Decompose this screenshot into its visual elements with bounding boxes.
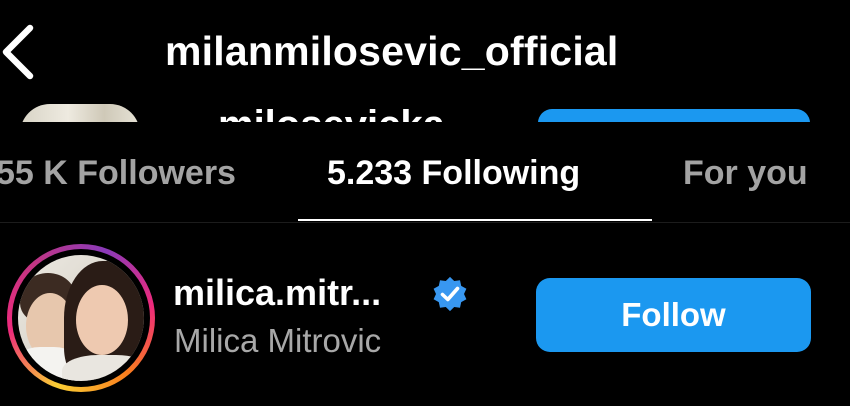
header: milanmilosevic_official [0, 0, 850, 105]
tab-followers[interactable]: 55 K Followers [0, 154, 236, 193]
follow-button[interactable]: Follow [536, 278, 811, 352]
active-tab-indicator [298, 219, 652, 221]
verified-badge-icon [433, 276, 467, 312]
avatar [20, 104, 140, 122]
avatar [18, 255, 144, 381]
full-name: Milica Mitrovic [174, 322, 382, 359]
story-ring[interactable] [7, 244, 155, 392]
list-item-username: milosevicka [218, 103, 445, 122]
username[interactable]: milica.mitr... [173, 272, 381, 314]
follow-button[interactable] [538, 109, 810, 122]
page-title: milanmilosevic_official [165, 28, 619, 74]
tab-bar: 55 K Followers 5.233 Following For you [0, 122, 850, 223]
list-item[interactable]: milica.mitr... Milica Mitrovic Follow [0, 240, 850, 400]
tab-for-you[interactable]: For you [683, 154, 808, 193]
partially-hidden-list-item: milosevicka [0, 98, 850, 122]
back-chevron-left-icon[interactable] [0, 22, 40, 82]
tab-following[interactable]: 5.233 Following [327, 154, 580, 193]
